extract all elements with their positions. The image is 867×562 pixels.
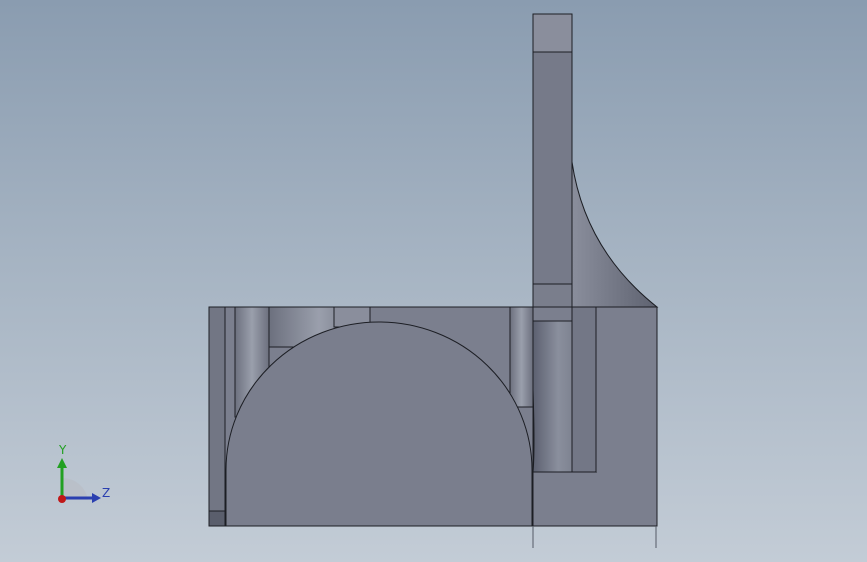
orientation-triad[interactable]: Y Z — [48, 440, 118, 512]
graphics-viewport[interactable]: Y Z — [0, 0, 867, 562]
y-axis-label: Y — [59, 443, 67, 457]
z-axis-label: Z — [102, 486, 111, 500]
base-block[interactable] — [208, 306, 658, 527]
cad-part-view[interactable] — [0, 0, 867, 562]
x-axis-dot — [58, 495, 66, 503]
vertical-rib[interactable] — [532, 13, 573, 322]
z-axis-arrowhead — [92, 493, 101, 503]
fillet-gusset[interactable] — [571, 161, 659, 308]
y-axis-arrowhead — [57, 458, 67, 468]
